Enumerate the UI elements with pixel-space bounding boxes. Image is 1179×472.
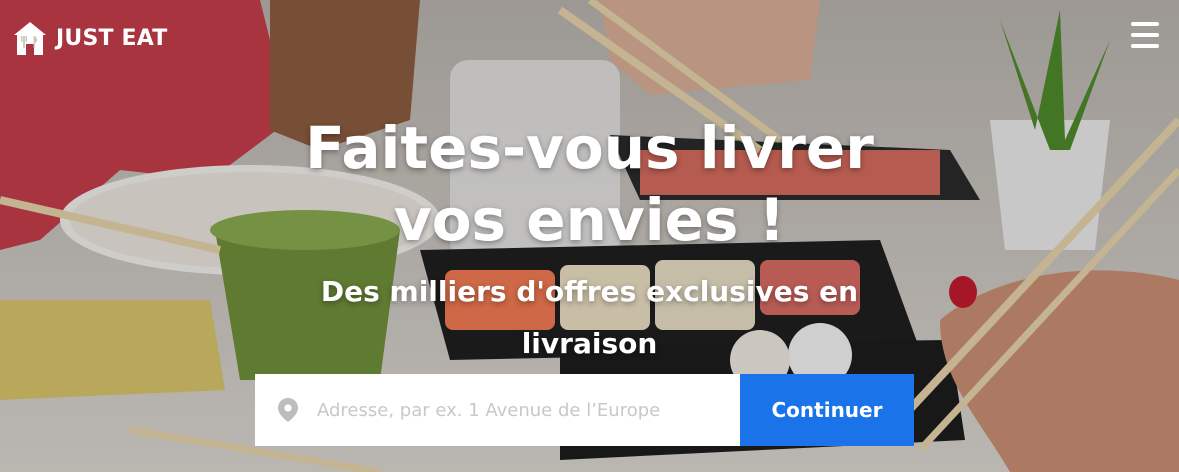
menu-bar	[1131, 44, 1159, 48]
menu-bar	[1131, 22, 1159, 26]
hero-subtitle: Des milliers d'offres exclusives en livr…	[320, 275, 859, 360]
hero-banner: JUST EAT Faites-vous livrer vos envies !…	[0, 0, 1179, 472]
hero-headline: Faites-vous livrer vos envies ! Des mill…	[0, 112, 1179, 370]
menu-bar	[1131, 33, 1159, 37]
house-cutlery-icon	[14, 22, 46, 55]
site-header: JUST EAT	[0, 0, 1179, 80]
address-search: Continuer	[255, 374, 914, 446]
just-eat-logo[interactable]: JUST EAT	[10, 19, 168, 59]
hero-title: Faites-vous livrer vos envies !	[305, 114, 874, 254]
location-pin-icon	[278, 398, 298, 422]
address-input[interactable]	[315, 398, 739, 422]
continue-button[interactable]: Continuer	[740, 374, 914, 446]
address-field[interactable]	[255, 374, 740, 446]
hamburger-menu-icon[interactable]	[1131, 22, 1159, 48]
brand-name: JUST EAT	[56, 26, 168, 51]
